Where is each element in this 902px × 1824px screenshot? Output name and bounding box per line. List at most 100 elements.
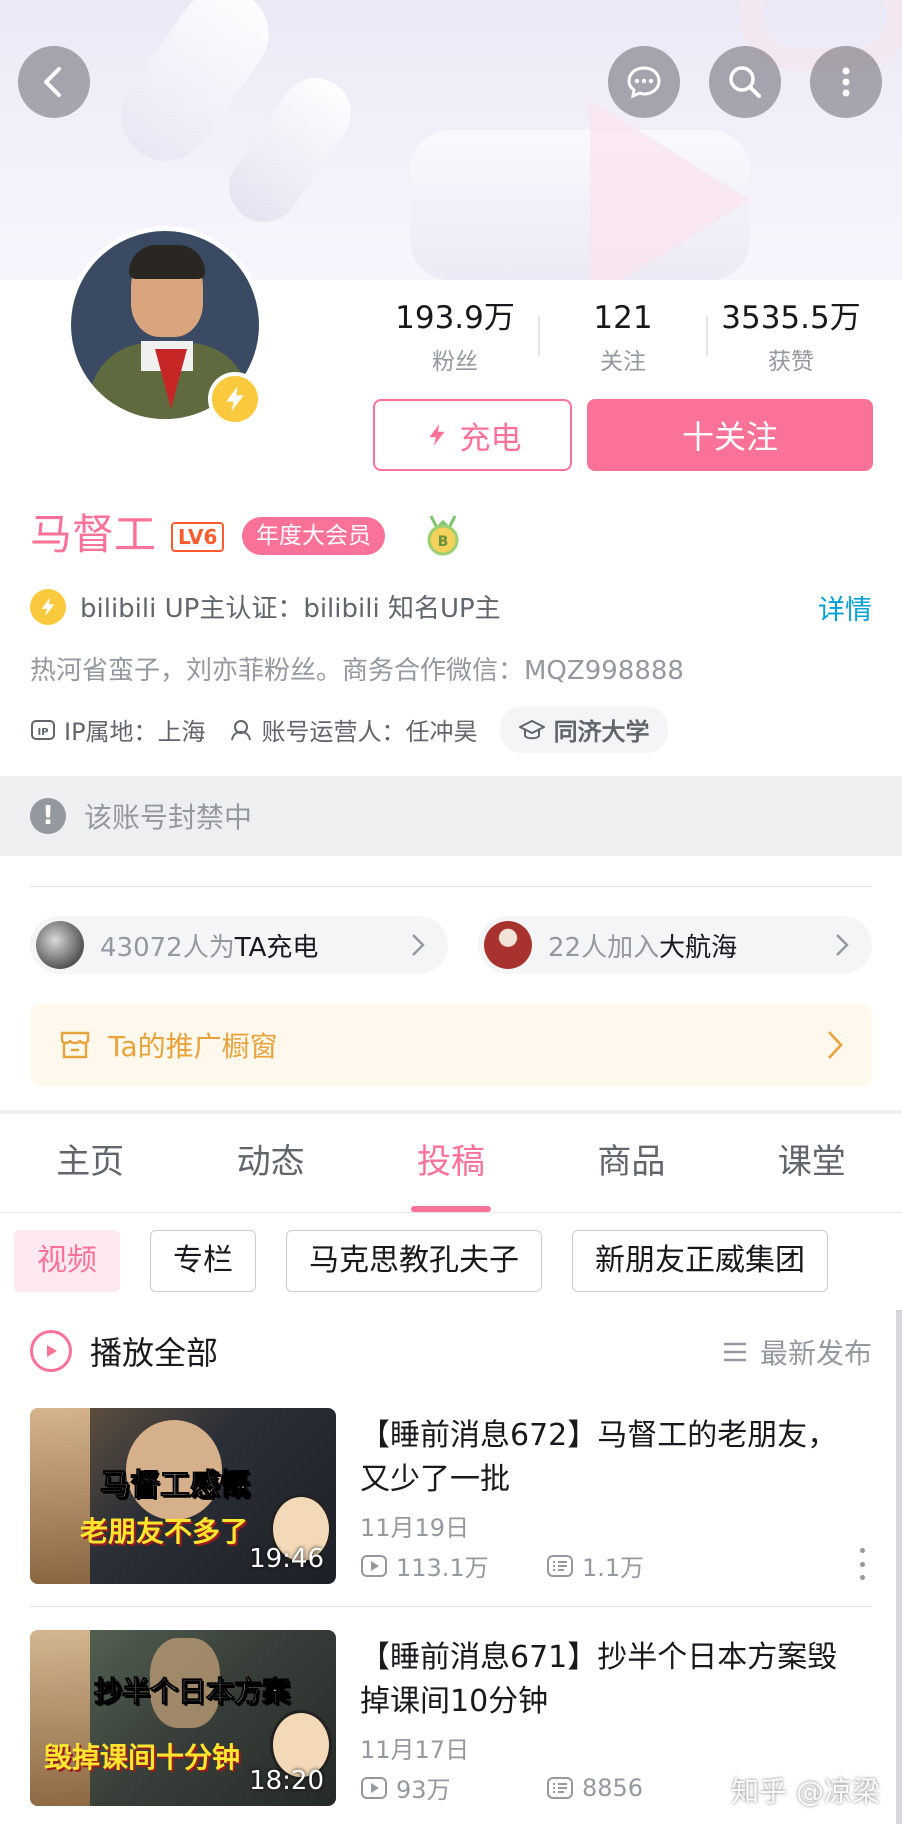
back-button[interactable] (18, 46, 90, 118)
school-name: 同济大学 (553, 718, 650, 746)
tabs-divider (0, 1212, 902, 1213)
play-count-icon (361, 1554, 387, 1577)
medal-icon[interactable]: B (423, 514, 463, 558)
danmaku-count-text: 1.1万 (582, 1554, 645, 1582)
view-count-text: 113.1万 (396, 1554, 489, 1582)
tab-goods[interactable]: 商品 (541, 1130, 721, 1212)
chevron-right-icon (828, 1031, 843, 1059)
shop-icon (60, 1031, 90, 1059)
more-icon (842, 67, 850, 97)
svg-text:IP: IP (37, 727, 48, 738)
sort-button[interactable]: 最新发布 (722, 1332, 872, 1372)
certification-text: bilibili UP主认证：bilibili 知名UP主 (80, 594, 501, 624)
chip-video[interactable]: 视频 (14, 1230, 120, 1292)
danmaku-count: 1.1万 (546, 1548, 732, 1583)
stat-label: 获赞 (768, 349, 814, 375)
thumbnail-caption: 抄半个日本方案 (93, 1675, 291, 1709)
chip-collection[interactable]: 马克思教孔夫子 (286, 1230, 542, 1292)
video-duration: 18:20 (249, 1766, 324, 1796)
follow-label: 十关注 (681, 418, 778, 456)
thumbnail-cartoon (30, 1408, 90, 1584)
supporter-avatar (36, 921, 84, 969)
stat-likes[interactable]: 3535.5万 获赞 (716, 298, 866, 376)
thumbnail-cartoon (30, 1630, 90, 1806)
view-count: 113.1万 (360, 1548, 546, 1583)
charge-count: 43072人为 (100, 932, 235, 963)
danmaku-icon (547, 1554, 573, 1577)
play-all-label: 播放全部 (90, 1334, 219, 1372)
thumbnail-caption: 马督工感慨 (100, 1468, 251, 1504)
message-button[interactable] (608, 46, 680, 118)
danmaku-count: 8856 (546, 1774, 732, 1802)
chip-collection[interactable]: 新朋友正威集团 (572, 1230, 828, 1292)
back-icon (44, 67, 61, 97)
follow-button[interactable]: 十关注 (587, 399, 873, 471)
ip-location: IP IP属地：上海 (30, 712, 206, 747)
school-tag[interactable]: 同济大学 (499, 706, 668, 753)
play-count-icon (361, 1776, 387, 1799)
upload-filter-chips: 视频 专栏 马克思教孔夫子 新朋友正威集团 (14, 1230, 828, 1292)
tab-dynamic[interactable]: 动态 (180, 1130, 360, 1212)
lightning-icon (30, 588, 66, 625)
avatar-hair (129, 245, 205, 279)
stat-following[interactable]: 121 关注 (548, 298, 698, 376)
chip-column[interactable]: 专栏 (150, 1230, 256, 1292)
avatar-scarf (155, 349, 187, 409)
detail-link[interactable]: 详情 (818, 588, 872, 627)
watermark: 知乎 @凉梁 (731, 1775, 880, 1808)
stat-value: 193.9万 (395, 300, 515, 336)
stat-label: 关注 (600, 349, 646, 375)
divider (30, 886, 872, 887)
search-icon (729, 66, 761, 98)
tab-classroom[interactable]: 课堂 (722, 1130, 902, 1212)
video-title[interactable]: 【睡前消息671】抄半个日本方案毁掉课间10分钟 (360, 1636, 860, 1724)
promo-showcase[interactable]: Ta的推广橱窗 (30, 1004, 872, 1086)
stat-fans[interactable]: 193.9万 粉丝 (380, 298, 530, 376)
showcase-label: Ta的推广橱窗 (108, 1030, 278, 1063)
warning-icon: ! (30, 798, 66, 834)
svg-text:B: B (438, 534, 449, 550)
vip-badge[interactable]: 年度大会员 (242, 517, 385, 555)
video-thumbnail[interactable]: 马督工感慨 老朋友不多了 19:46 (30, 1408, 336, 1584)
more-options-icon[interactable] (852, 1544, 872, 1584)
video-item[interactable]: 马督工感慨 老朋友不多了 19:46 【睡前消息672】马督工的老朋友，又少了一… (30, 1408, 872, 1584)
search-button[interactable] (709, 46, 781, 118)
banner-decoration (590, 100, 750, 280)
ip-icon: IP (31, 719, 55, 740)
scrollbar[interactable] (896, 1310, 902, 1824)
danmaku-count-text: 8856 (582, 1773, 644, 1802)
charge-button[interactable]: 充电 (373, 399, 572, 471)
profile-tabs: 主页 动态 投稿 商品 课堂 (0, 1130, 902, 1212)
play-all-button[interactable]: 播放全部 (30, 1328, 218, 1374)
section-gap (0, 1110, 902, 1114)
operator-icon (230, 719, 251, 740)
more-button[interactable] (810, 46, 882, 118)
guard-count: 22人加入 (548, 932, 660, 963)
lightning-icon (428, 424, 445, 446)
bio-text: 热河省蛮子，刘亦菲粉丝。商务合作微信：MQZ998888 (30, 656, 684, 686)
ip-location-text: IP属地：上海 (64, 718, 206, 746)
chevron-right-icon (836, 934, 849, 956)
danmaku-icon (547, 1776, 573, 1799)
play-icon (30, 1330, 72, 1372)
thumbnail-caption: 老朋友不多了 (80, 1515, 249, 1548)
stat-divider (706, 316, 708, 356)
charge-supporters[interactable]: 43072人为 TA充电 (30, 916, 448, 974)
stat-divider (538, 316, 540, 356)
account-operator: 账号运营人：任冲昊 (228, 712, 478, 747)
charge-highlight: TA充电 (234, 932, 319, 963)
thumbnail-caption: 毁掉课间十分钟 (44, 1741, 241, 1774)
guard-members[interactable]: 22人加入 大航海 (478, 916, 872, 974)
video-thumbnail[interactable]: 抄半个日本方案 毁掉课间十分钟 18:20 (30, 1630, 336, 1806)
graduation-cap-icon (518, 719, 545, 739)
operator-text: 账号运营人：任冲昊 (261, 718, 478, 746)
tab-home[interactable]: 主页 (0, 1130, 180, 1212)
list-sort-icon (723, 1342, 746, 1362)
view-count: 93万 (360, 1770, 546, 1805)
ban-notice: ! 该账号封禁中 (0, 776, 902, 856)
tab-uploads[interactable]: 投稿 (361, 1130, 541, 1212)
guard-highlight: 大航海 (659, 932, 738, 963)
sort-label: 最新发布 (759, 1337, 872, 1370)
ban-notice-text: 该账号封禁中 (84, 801, 253, 834)
video-title[interactable]: 【睡前消息672】马督工的老朋友，又少了一批 (360, 1414, 860, 1502)
